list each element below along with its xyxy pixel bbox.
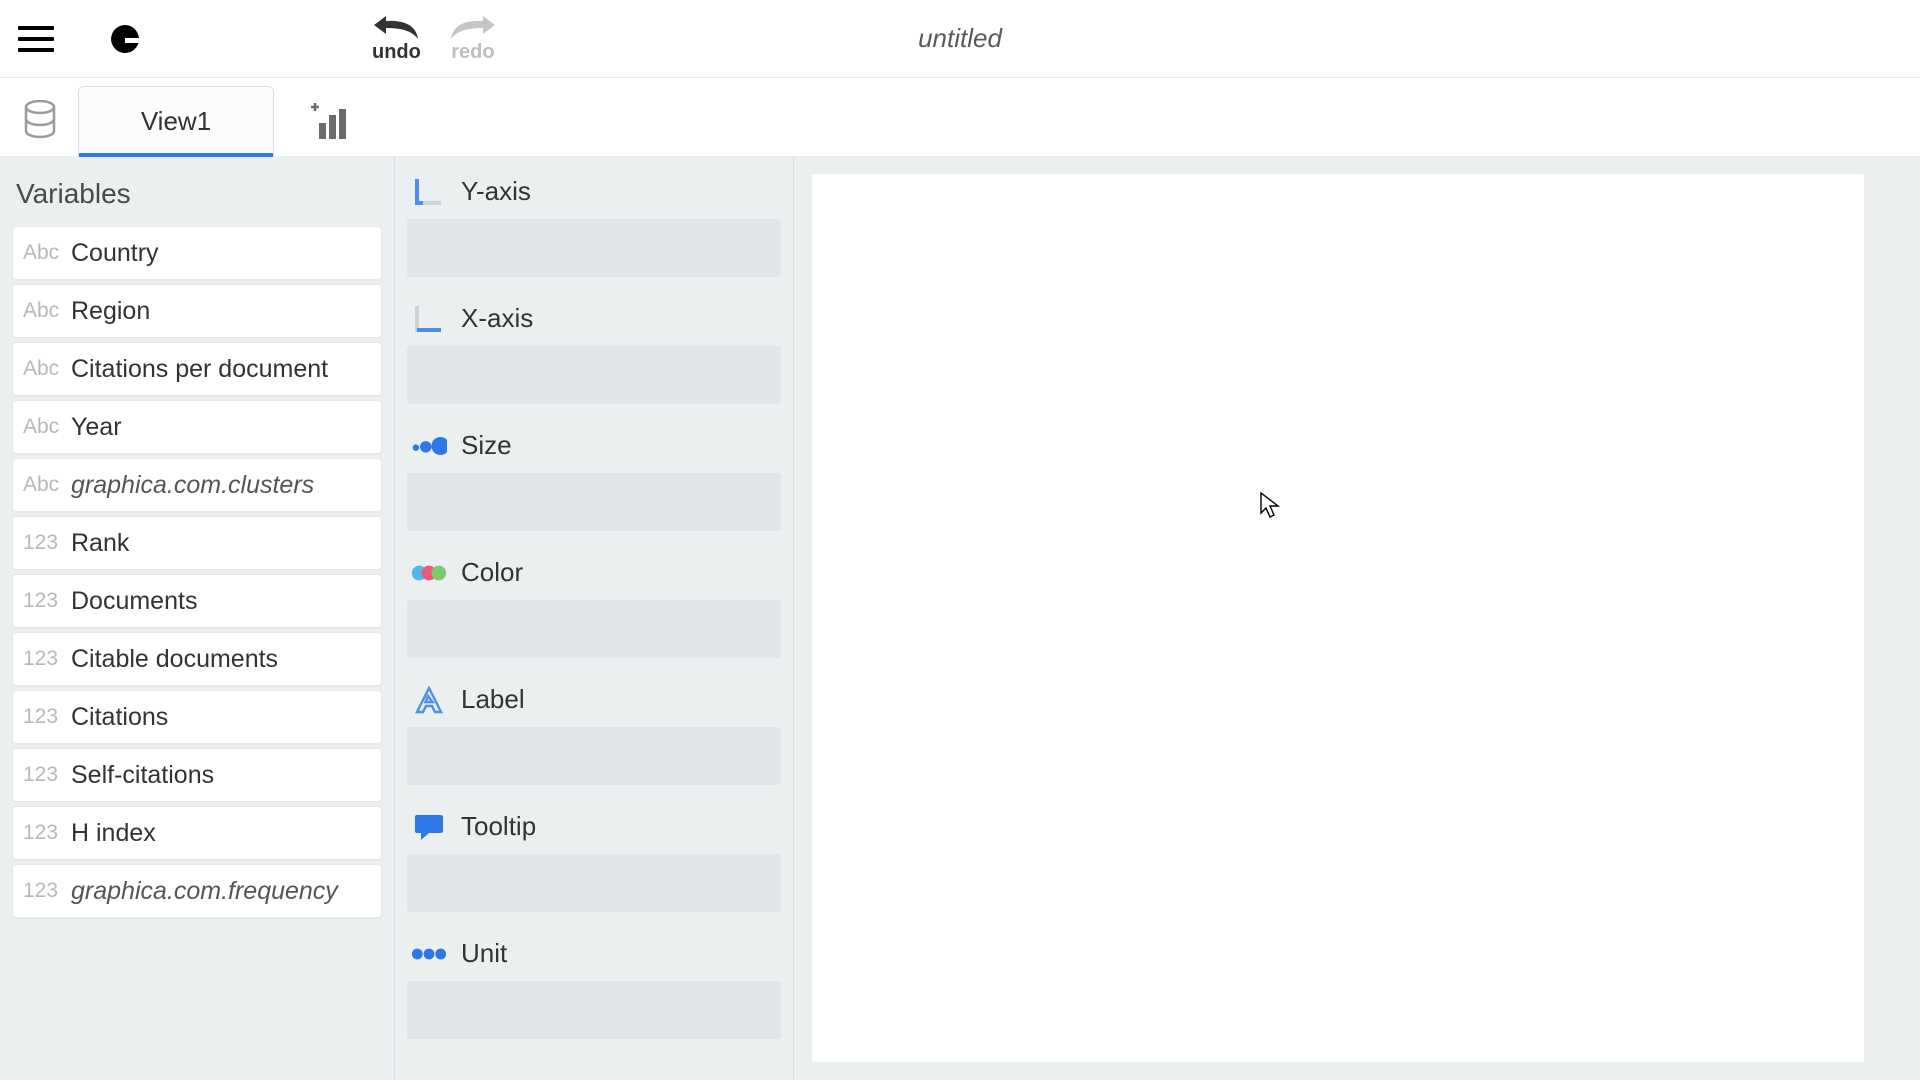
shelf-xaxis: X-axis (407, 297, 781, 404)
menu-icon[interactable] (18, 18, 60, 60)
size-icon (411, 432, 447, 460)
shelf-header: Label (407, 678, 781, 727)
variable-pill[interactable]: 123Citable documents (12, 632, 382, 686)
color-icon (411, 559, 447, 587)
shelf-dropzone-tooltip[interactable] (407, 854, 781, 912)
variable-type: 123 (23, 647, 71, 671)
variable-type: Abc (23, 299, 71, 323)
variable-pill[interactable]: 123Citations (12, 690, 382, 744)
variable-type: 123 (23, 879, 71, 903)
shelf-color: Color (407, 551, 781, 658)
shelf-dropzone-unit[interactable] (407, 981, 781, 1039)
variable-type: 123 (23, 821, 71, 845)
variable-type: 123 (23, 531, 71, 555)
variables-title: Variables (12, 166, 382, 226)
variable-pill[interactable]: Abcgraphica.com.clusters (12, 458, 382, 512)
tab-strip: View1 (0, 78, 1920, 156)
shelf-dropzone-xaxis[interactable] (407, 346, 781, 404)
app-logo[interactable] (108, 22, 142, 56)
shelves-panel: Y-axis X-axis Size Color Label Tooltip Unit (394, 156, 794, 1080)
variable-name: Self-citations (71, 761, 214, 790)
add-view-button[interactable] (300, 92, 360, 152)
variable-pill[interactable]: 123H index (12, 806, 382, 860)
undo-button[interactable]: undo (372, 13, 421, 64)
label-icon (411, 686, 447, 714)
variable-name: H index (71, 819, 156, 848)
cursor-icon (1260, 492, 1280, 518)
document-title[interactable]: untitled (918, 23, 1002, 54)
shelf-label: X-axis (461, 303, 533, 334)
shelf-label: Label (461, 684, 525, 715)
shelf-label: Unit (461, 938, 507, 969)
tooltip-icon (411, 813, 447, 841)
redo-label: redo (449, 41, 497, 64)
shelf-unit: Unit (407, 932, 781, 1039)
shelf-label: Y-axis (461, 176, 531, 207)
shelf-header: X-axis (407, 297, 781, 346)
shelf-dropzone-color[interactable] (407, 600, 781, 658)
variable-pill[interactable]: AbcYear (12, 400, 382, 454)
tab-view1[interactable]: View1 (78, 86, 274, 156)
shelf-tooltip: Tooltip (407, 805, 781, 912)
variable-pill[interactable]: AbcRegion (12, 284, 382, 338)
shelf-header: Color (407, 551, 781, 600)
variable-pill[interactable]: 123Self-citations (12, 748, 382, 802)
variable-name: Year (71, 413, 122, 442)
variables-panel: Variables AbcCountryAbcRegionAbcCitation… (0, 156, 394, 1080)
variable-pill[interactable]: AbcCountry (12, 226, 382, 280)
chart-canvas[interactable] (812, 174, 1864, 1062)
variable-name: Citations per document (71, 355, 328, 384)
variable-name: Citable documents (71, 645, 278, 674)
variable-type: Abc (23, 473, 71, 497)
shelf-label: Size (461, 430, 512, 461)
shelf-header: Tooltip (407, 805, 781, 854)
xaxis-icon (411, 305, 447, 333)
shelf-dropzone-size[interactable] (407, 473, 781, 531)
shelf-header: Size (407, 424, 781, 473)
yaxis-icon (411, 178, 447, 206)
variable-name: graphica.com.clusters (71, 471, 314, 500)
shelf-label: Label (407, 678, 781, 785)
shelf-dropzone-label[interactable] (407, 727, 781, 785)
shelf-yaxis: Y-axis (407, 170, 781, 277)
shelf-header: Unit (407, 932, 781, 981)
variable-name: Country (71, 239, 159, 268)
variable-name: Region (71, 297, 150, 326)
variable-name: Documents (71, 587, 197, 616)
shelf-header: Y-axis (407, 170, 781, 219)
unit-icon (411, 940, 447, 968)
variable-pill[interactable]: AbcCitations per document (12, 342, 382, 396)
variable-name: Rank (71, 529, 129, 558)
variable-type: 123 (23, 589, 71, 613)
variable-pill[interactable]: 123Rank (12, 516, 382, 570)
variable-pill[interactable]: 123graphica.com.frequency (12, 864, 382, 918)
variable-type: Abc (23, 415, 71, 439)
variable-type: 123 (23, 763, 71, 787)
variable-name: Citations (71, 703, 168, 732)
shelf-label: Tooltip (461, 811, 536, 842)
redo-button[interactable]: redo (449, 13, 497, 64)
datasource-icon[interactable] (14, 90, 66, 150)
variable-type: Abc (23, 241, 71, 265)
shelf-label: Color (461, 557, 523, 588)
variable-name: graphica.com.frequency (71, 877, 338, 906)
top-toolbar: undo redo untitled (0, 0, 1920, 78)
undo-label: undo (372, 41, 421, 64)
shelf-dropzone-yaxis[interactable] (407, 219, 781, 277)
main-area: Variables AbcCountryAbcRegionAbcCitation… (0, 156, 1920, 1080)
variable-pill[interactable]: 123Documents (12, 574, 382, 628)
shelf-size: Size (407, 424, 781, 531)
canvas-container (794, 156, 1920, 1080)
variable-type: 123 (23, 705, 71, 729)
variable-type: Abc (23, 357, 71, 381)
tab-label: View1 (141, 106, 211, 137)
